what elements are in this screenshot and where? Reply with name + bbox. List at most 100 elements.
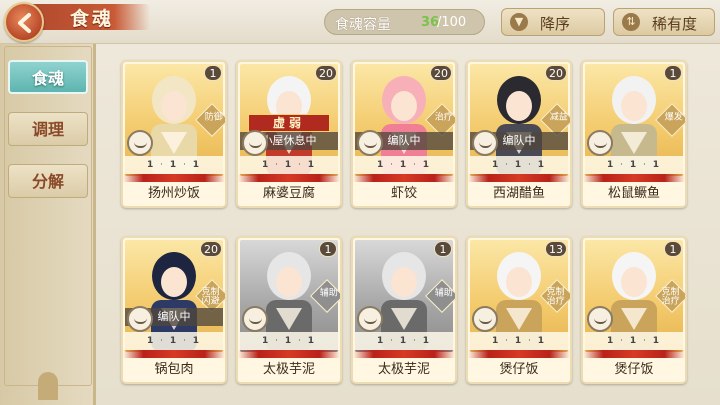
sidebar-item-label: 分解 [31,172,64,191]
stat-value: 1 [284,336,294,346]
sidebar-item-label: 食魂 [31,69,64,88]
food-soul-card[interactable]: 1 防御 1 · 1 · 1 扬州炒饭 [121,60,227,208]
stat-row: 1 · 1 · 1 [240,156,338,174]
card-name: 西湖醋鱼 [468,182,570,206]
dish-icon [472,130,498,156]
stat-row: 1 · 1 · 1 [355,156,453,174]
card-ribbon [123,174,225,182]
stat-row: 1 · 1 · 1 [585,332,683,350]
food-soul-card[interactable]: 1 爆发 1 · 1 · 1 松鼠鳜鱼 [581,60,687,208]
stat-value: 1 [262,336,271,346]
food-soul-card[interactable]: 20 治疗 编队中 1 · 1 · 1 虾饺 [351,60,457,208]
back-button[interactable] [4,2,44,42]
stat-value: 1 [652,336,661,346]
sidebar-item-cook[interactable]: 调理 [8,112,88,146]
capacity-label: 食魂容量 [335,17,391,33]
food-soul-card[interactable]: 20 克制 闪避 编队中 1 · 1 · 1 锅包肉 [121,236,227,384]
stat-value: 1 [607,336,616,346]
page-title: 食魂 [70,8,115,30]
level-badge: 1 [434,241,452,257]
level-badge: 1 [319,241,337,257]
card-ribbon [238,174,340,182]
role-label: 克制 治疗 [661,287,680,307]
stat-value: 1 [377,336,386,346]
stat-value: 1 [492,160,501,170]
card-name: 松鼠鳜鱼 [583,182,685,206]
level-badge: 1 [204,65,222,81]
stat-row: 1 · 1 · 1 [470,332,568,350]
dish-icon [127,130,153,156]
stat-value: 1 [537,160,546,170]
card-ribbon [583,174,685,182]
stat-value: 1 [514,336,524,346]
stat-value: 1 [169,336,179,346]
level-badge: 20 [545,65,567,81]
role-label: 爆发 [664,112,683,123]
card-ribbon [468,174,570,182]
card-name: 扬州炒饭 [123,182,225,206]
stat-value: 1 [514,160,524,170]
level-badge: 13 [545,241,567,257]
top-bar: 食魂 食魂容量 36 /100 ▼ 降序 ⇅ 稀有度 [0,0,720,44]
role-label: 辅助 [319,288,338,299]
stat-value: 1 [147,160,156,170]
sort-rarity-button[interactable]: ⇅ 稀有度 [613,8,715,36]
back-arrow-icon [18,13,31,33]
stat-row: 1 · 1 · 1 [125,332,223,350]
card-name: 锅包肉 [123,358,225,382]
sidebar-item-label: 调理 [31,120,64,139]
stat-value: 1 [192,336,201,346]
stat-value: 1 [399,336,409,346]
stat-row: 1 · 1 · 1 [355,332,453,350]
sidebar-ornament [38,372,58,400]
stat-value: 1 [377,160,386,170]
stat-row: 1 · 1 · 1 [585,156,683,174]
food-soul-card[interactable]: 20 减益 编队中 1 · 1 · 1 西湖醋鱼 [466,60,572,208]
role-label: 克制 闪避 [201,287,220,307]
card-ribbon [238,350,340,358]
stat-value: 1 [629,336,639,346]
sort-rarity-label: 稀有度 [652,15,698,33]
stat-value: 1 [284,160,294,170]
level-badge: 20 [315,65,337,81]
capacity-display: 食魂容量 36 /100 [324,9,485,35]
stat-value: 1 [399,160,409,170]
role-label: 治疗 [434,112,453,123]
card-ribbon [353,174,455,182]
sort-order-button[interactable]: ▼ 降序 [501,8,605,36]
sort-order-label: 降序 [540,15,571,33]
stat-value: 1 [607,160,616,170]
swap-icon: ⇅ [622,13,640,31]
food-soul-card[interactable]: 1 克制 治疗 1 · 1 · 1 煲仔饭 [581,236,687,384]
dish-icon [357,130,383,156]
dish-icon [587,130,613,156]
dish-icon [242,306,268,332]
sidebar-item-decompose[interactable]: 分解 [8,164,88,198]
card-name: 麻婆豆腐 [238,182,340,206]
stat-value: 1 [147,336,156,346]
dish-icon [472,306,498,332]
stat-row: 1 · 1 · 1 [240,332,338,350]
chevron-down-icon: ▼ [510,13,528,31]
card-ribbon [123,350,225,358]
status-stamp: 虚弱 [248,114,330,132]
food-soul-card[interactable]: 1 辅助 1 · 1 · 1 太极芋泥 [236,236,342,384]
stat-value: 1 [262,160,271,170]
card-ribbon [583,350,685,358]
capacity-max: /100 [437,15,467,30]
level-badge: 20 [200,241,222,257]
stat-value: 1 [192,160,201,170]
dish-icon [127,306,153,332]
stat-value: 1 [169,160,179,170]
level-badge: 20 [430,65,452,81]
role-label: 防御 [204,112,223,123]
food-soul-card[interactable]: 13 克制 治疗 1 · 1 · 1 煲仔饭 [466,236,572,384]
dish-icon [587,306,613,332]
sidebar-item-food-soul[interactable]: 食魂 [8,60,88,94]
food-soul-card[interactable]: 20 虚弱 小屋休息中 1 · 1 · 1 麻婆豆腐 [236,60,342,208]
card-name: 煲仔饭 [468,358,570,382]
food-soul-card[interactable]: 1 辅助 1 · 1 · 1 太极芋泥 [351,236,457,384]
card-name: 太极芋泥 [238,358,340,382]
stat-value: 1 [492,336,501,346]
card-ribbon [468,350,570,358]
